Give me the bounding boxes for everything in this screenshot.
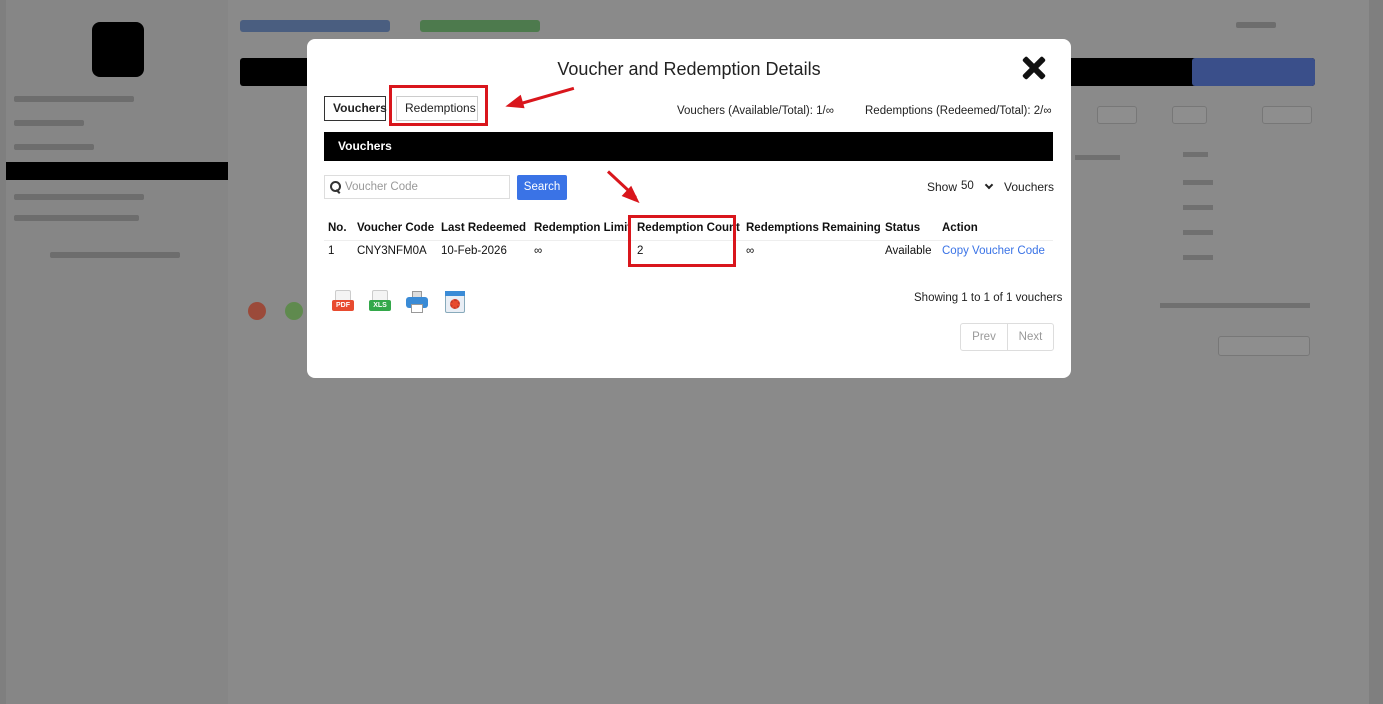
highlight-box-redemption-count (628, 215, 736, 267)
xls-icon-label: XLS (369, 300, 391, 311)
page-size-value: 50 (961, 180, 974, 192)
highlight-box-redemptions-tab (389, 85, 488, 126)
background-cell (1183, 180, 1213, 185)
background-icon (248, 302, 266, 320)
pagination: Prev Next (960, 323, 1054, 351)
background-nav-line (14, 120, 84, 126)
cell-redemption-limit: ∞ (534, 245, 543, 257)
column-header-no: No. (328, 222, 347, 234)
cell-last-redeemed: 10-Feb-2026 (441, 245, 507, 257)
cell-status: Available (885, 245, 932, 257)
prev-button[interactable]: Prev (961, 324, 1007, 350)
search-icon (330, 181, 341, 192)
column-header-status: Status (885, 222, 921, 234)
background-nav-line (14, 215, 139, 221)
show-suffix: Vouchers (1004, 180, 1055, 194)
background-control (1262, 106, 1312, 124)
cell-no: 1 (328, 245, 335, 257)
background-breadcrumb (420, 20, 540, 32)
close-icon[interactable] (1021, 55, 1047, 81)
redemptions-summary: Redemptions (Redeemed/Total): 2/∞ (865, 105, 1052, 117)
xls-icon[interactable]: XLS (369, 290, 391, 315)
background-nav-line (50, 252, 180, 258)
tab-vouchers[interactable]: Vouchers (324, 96, 387, 121)
cell-voucher-code: CNY3NFM0A (357, 245, 427, 257)
voucher-details-modal: Voucher and Redemption Details Vouchers … (307, 39, 1071, 378)
background-sidebar (6, 0, 228, 704)
background-user-menu (1236, 22, 1276, 28)
column-header-redemption-limit: Redemption Limit (534, 222, 632, 234)
background-cell (1183, 205, 1213, 210)
column-header-redemptions-remaining: Redemptions Remaining (746, 222, 881, 234)
background-cell (1183, 152, 1208, 157)
copy-voucher-code-link[interactable]: Copy Voucher Code (942, 245, 1045, 257)
search-button[interactable]: Search (517, 175, 567, 200)
section-header-vouchers: Vouchers (324, 132, 1053, 161)
background-toolbar-button (1192, 58, 1315, 86)
background-control (1097, 106, 1137, 124)
cell-redemptions-remaining: ∞ (746, 245, 755, 257)
background-control (1218, 336, 1310, 356)
background-cell (1160, 303, 1310, 308)
chevron-down-icon (984, 180, 994, 190)
background-control (1172, 106, 1207, 124)
background-cell (1183, 230, 1213, 235)
background-icon (285, 302, 303, 320)
background-logo (92, 22, 144, 77)
background-cell (1075, 155, 1120, 160)
background-cell (1183, 255, 1213, 260)
page-size-select[interactable]: 50 (953, 176, 999, 197)
showing-count-text: Showing 1 to 1 of 1 vouchers (914, 292, 1063, 304)
column-header-action: Action (942, 222, 978, 234)
background-nav-active (6, 162, 228, 180)
column-header-voucher-code: Voucher Code (357, 222, 435, 234)
modal-title: Voucher and Redemption Details (557, 59, 821, 79)
pdf-icon[interactable]: PDF (332, 290, 354, 315)
next-button[interactable]: Next (1007, 324, 1053, 350)
column-header-last-redeemed: Last Redeemed (441, 222, 527, 234)
background-nav-line (14, 144, 94, 150)
pdf-icon-label: PDF (332, 300, 354, 311)
settings-icon[interactable] (444, 290, 466, 315)
vouchers-summary: Vouchers (Available/Total): 1/∞ (677, 105, 834, 117)
background-nav-line (14, 96, 134, 102)
background-nav-line (14, 194, 144, 200)
background-breadcrumb (240, 20, 390, 32)
voucher-search-input[interactable] (345, 179, 505, 195)
print-icon[interactable] (406, 290, 428, 315)
search-box (324, 175, 510, 199)
